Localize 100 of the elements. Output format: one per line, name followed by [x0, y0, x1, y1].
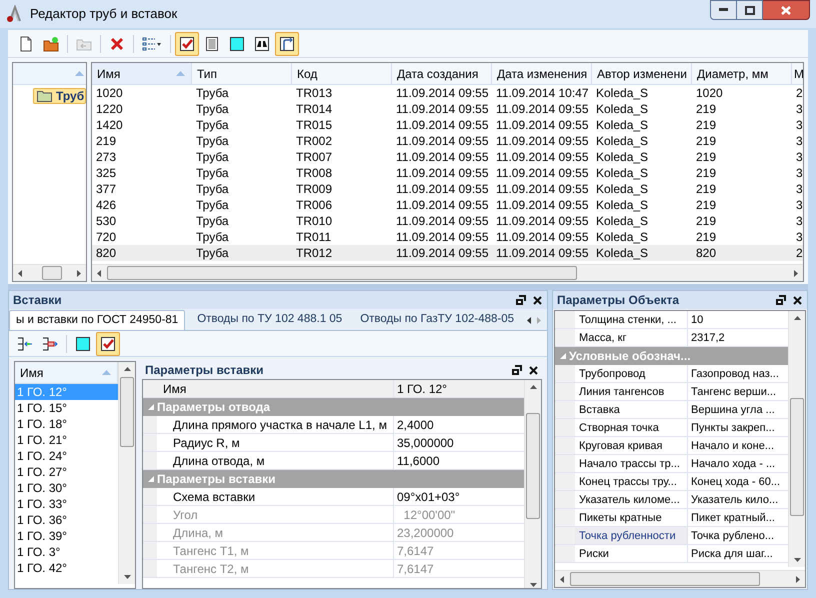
text-document-icon — [204, 36, 220, 52]
toolbar-button[interactable] — [96, 332, 120, 356]
tab[interactable]: Отводы по ТУ 102 488.1 05 — [191, 310, 348, 330]
property-name: Тангенс T1, м — [172, 543, 250, 559]
list-item[interactable]: 1 ГО. 18° — [15, 416, 118, 432]
folder-icon — [43, 36, 59, 52]
square-icon — [229, 36, 245, 52]
scroll-left-icon[interactable] — [560, 576, 564, 582]
close-icon — [792, 296, 802, 304]
property-name: Длина прямого участка в начале L1, м — [172, 417, 388, 433]
property-name[interactable]: Точка рубленности — [575, 527, 687, 544]
window-title: Редактор труб и вставок — [30, 5, 178, 24]
tab[interactable]: ы и вставки по ГОСТ 24950-81 — [9, 310, 186, 330]
scroll-right-icon[interactable] — [77, 270, 81, 276]
property-name[interactable]: Начало трассы тр... — [575, 455, 687, 472]
list-item[interactable]: 1 ГО. 39° — [15, 528, 118, 544]
close-button[interactable] — [791, 294, 803, 306]
scroll-up-icon[interactable] — [124, 367, 130, 371]
row-gutter — [143, 434, 157, 451]
binoculars-icon — [254, 36, 270, 52]
table-cell-text: Труба — [195, 213, 230, 229]
scroll-right-icon[interactable] — [796, 576, 800, 582]
close-icon — [528, 366, 538, 374]
table-cell-text: TR007 — [295, 149, 334, 165]
property-name[interactable]: Линия тангенсов — [575, 383, 687, 400]
table-cell-text: 219 — [695, 229, 718, 245]
row-gutter — [143, 380, 157, 397]
list-item[interactable]: 1 ГО. 24° — [15, 448, 118, 464]
column-header[interactable]: Имя — [92, 63, 192, 84]
float-button[interactable] — [775, 294, 787, 306]
property-name[interactable]: Вставка — [575, 401, 687, 418]
float-button[interactable] — [511, 364, 523, 376]
panel-title: Параметры Объекта — [557, 292, 680, 309]
row-gutter — [143, 506, 157, 523]
scroll-left-icon[interactable] — [97, 270, 101, 276]
table-cell-text: Труба — [195, 85, 230, 101]
list-item[interactable]: 1 ГО. 30° — [15, 480, 118, 496]
scroll-right-icon[interactable] — [794, 270, 798, 276]
scroll-up-icon[interactable] — [794, 316, 800, 320]
property-name[interactable]: Трубопровод — [575, 365, 687, 382]
property-name[interactable]: Створная точка — [575, 419, 687, 436]
column-header[interactable]: Имя — [15, 362, 118, 384]
insert-right-icon — [42, 336, 58, 352]
close-icon — [781, 6, 791, 14]
restore-icon — [516, 295, 526, 305]
scroll-left-icon[interactable] — [18, 270, 22, 276]
tab-left-icon[interactable] — [527, 317, 531, 324]
table-cell-text: 325 — [95, 165, 118, 181]
table-cell-text: 11.09.2014 09:55 — [395, 101, 490, 117]
list-item[interactable]: 1 ГО. 15° — [15, 400, 118, 416]
minimize-button[interactable] — [710, 0, 737, 20]
table-cell-text: 219 — [695, 165, 718, 181]
property-name[interactable]: Конец трассы тру... — [575, 473, 687, 490]
close-button[interactable] — [763, 0, 810, 20]
scroll-up-icon[interactable] — [530, 385, 536, 389]
property-name[interactable]: Круговая кривая — [575, 437, 687, 454]
table-cell-text: 3 — [795, 213, 803, 229]
table-cell-text: 1420 — [95, 117, 124, 133]
table-cell-text: 11.09.2014 09:55 — [395, 229, 490, 245]
table-cell-text: TR011 — [295, 229, 332, 245]
tree-item[interactable]: Труб — [33, 88, 86, 104]
property-value[interactable]: 1 ГО. 12° — [393, 380, 524, 397]
sort-arrow-icon — [176, 71, 185, 76]
list-item[interactable]: 1 ГО. 3° — [15, 544, 118, 560]
property-name[interactable]: Риски — [575, 545, 687, 562]
property-name: Угол — [172, 507, 199, 523]
property-name: Длина отвода, м — [172, 453, 266, 469]
tab[interactable]: Отводы по ГазТУ 102-488-05 — [354, 310, 520, 330]
table-cell-text: 11.09.2014 09:55 — [495, 117, 590, 133]
list-item[interactable]: 1 ГО. 33° — [15, 496, 118, 512]
scroll-down-icon[interactable] — [530, 583, 536, 587]
scroll-down-icon[interactable] — [794, 558, 800, 562]
property-name[interactable]: Толщина стенки, ... — [575, 311, 687, 328]
list-item[interactable]: 1 ГО. 27° — [15, 464, 118, 480]
table-cell-text: Koleda_S — [595, 213, 650, 229]
list-icon — [142, 36, 162, 52]
close-button[interactable] — [527, 364, 539, 376]
list-item[interactable]: 1 ГО. 21° — [15, 432, 118, 448]
float-button[interactable] — [515, 294, 527, 306]
list-item[interactable]: 1 ГО. 36° — [15, 512, 118, 528]
property-name[interactable]: Указатель киломе... — [575, 491, 687, 508]
row-gutter — [143, 542, 157, 559]
toolbar-button[interactable] — [175, 32, 199, 56]
toolbar-button[interactable] — [275, 32, 299, 56]
table-cell-text: 1220 — [95, 101, 124, 117]
table-cell-text: Koleda_S — [595, 133, 650, 149]
table-row[interactable]: 820 Труба TR012 11.09.2014 09:55 11.09.2014 09:55 Koleda_S 820 2 — [92, 245, 803, 261]
table-cell-text: 11.09.2014 09:55 — [495, 229, 590, 245]
list-item[interactable]: 1 ГО. 42° — [15, 560, 118, 576]
maximize-button[interactable] — [737, 0, 763, 20]
table-cell-text: Koleda_S — [595, 149, 650, 165]
scroll-down-icon[interactable] — [124, 575, 130, 579]
table-cell-text: 530 — [95, 213, 118, 229]
property-name: Длина, м — [172, 525, 224, 541]
close-button[interactable] — [531, 294, 543, 306]
property-name[interactable]: Пикеты кратные — [575, 509, 687, 526]
row-gutter — [143, 416, 157, 433]
table-cell-text: 1020 — [95, 85, 124, 101]
table-cell-text: 2 — [795, 85, 803, 101]
property-name[interactable]: Масса, кг — [575, 329, 687, 346]
